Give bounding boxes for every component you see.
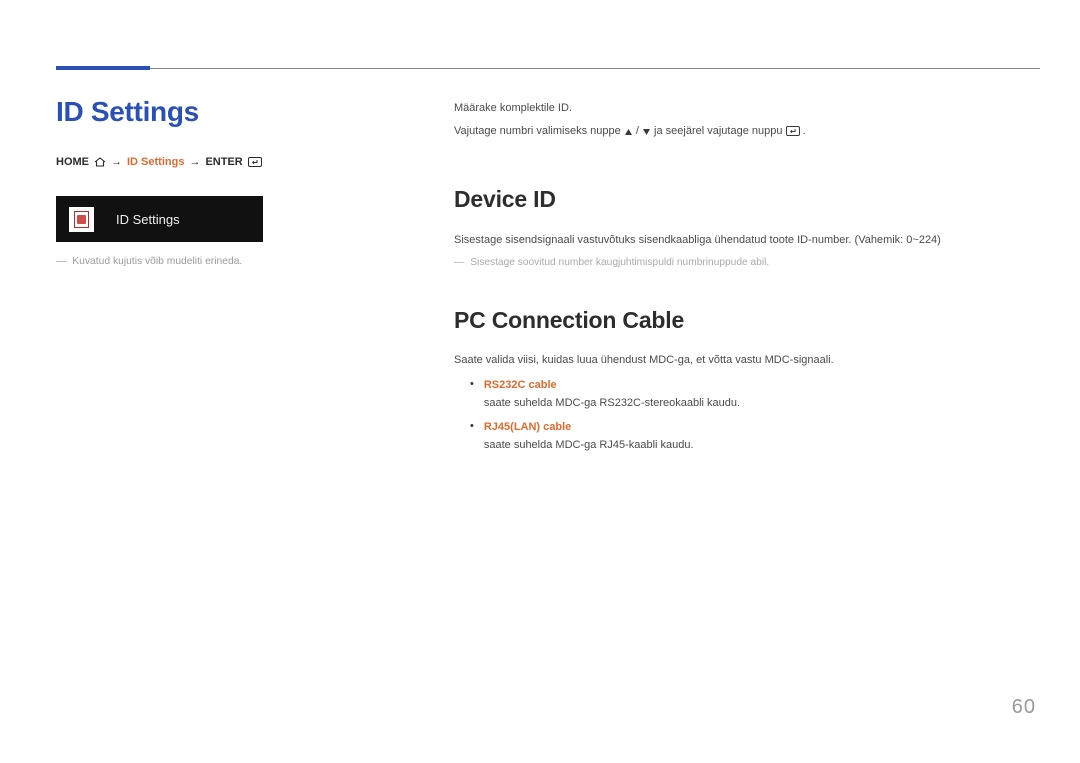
right-column: Määrake komplektile ID. Vajutage numbri …	[454, 100, 1014, 453]
intro-line-1: Määrake komplektile ID.	[454, 100, 1014, 117]
bullet-icon: •	[470, 419, 474, 453]
screenshot-note: ― Kuvatud kujutis võib mudeliti erineda.	[56, 256, 278, 267]
up-triangle-icon	[624, 125, 636, 137]
page-title: ID Settings	[56, 96, 278, 128]
bullet-title-rs232c: RS232C cable	[484, 377, 740, 394]
down-triangle-icon	[639, 125, 654, 137]
screenshot-label: ID Settings	[116, 212, 180, 227]
left-column: ID Settings HOME → ID Settings → ENTER I…	[56, 96, 278, 267]
list-item: • RJ45(LAN) cable saate suhelda MDC-ga R…	[454, 419, 1014, 453]
section-heading-pc-connection: PC Connection Cable	[454, 303, 1014, 339]
intro2-part-c: .	[803, 125, 806, 137]
breadcrumb-current: ID Settings	[127, 156, 184, 168]
bullet-text-rj45: saate suhelda MDC-ga RJ45-kaabli kaudu.	[484, 437, 694, 454]
intro-line-2: Vajutage numbri valimiseks nuppe / ja se…	[454, 123, 1014, 140]
horizontal-rule-accent	[56, 66, 150, 70]
note-dash-icon: ―	[56, 256, 66, 267]
breadcrumb-enter: ENTER	[205, 156, 242, 168]
device-id-text: Sisestage sisendsignaali vastuvõtuks sis…	[454, 232, 1014, 249]
breadcrumb-home: HOME	[56, 156, 89, 168]
ui-screenshot-tile: ID Settings	[56, 196, 263, 242]
bullet-text-rs232c: saate suhelda MDC-ga RS232C-stereokaabli…	[484, 395, 740, 412]
bullet-title-rj45: RJ45(LAN) cable	[484, 419, 694, 436]
page-number: 60	[1012, 696, 1036, 719]
enter-icon	[248, 156, 262, 168]
enter-icon	[786, 125, 803, 137]
intro2-part-a: Vajutage numbri valimiseks nuppe	[454, 125, 624, 137]
breadcrumb: HOME → ID Settings → ENTER	[56, 156, 278, 168]
bullet-icon: •	[470, 377, 474, 411]
section-heading-device-id: Device ID	[454, 182, 1014, 218]
device-id-subnote: ― Sisestage soovitud number kaugjuhtimis…	[454, 255, 1014, 271]
note-text: Kuvatud kujutis võib mudeliti erineda.	[72, 256, 242, 267]
home-icon	[94, 156, 106, 168]
list-item: • RS232C cable saate suhelda MDC-ga RS23…	[454, 377, 1014, 411]
note-dash-icon: ―	[454, 255, 464, 271]
id-settings-icon	[69, 207, 94, 232]
intro2-part-b: ja seejärel vajutage nuppu	[654, 125, 785, 137]
breadcrumb-arrow: →	[189, 156, 200, 168]
device-id-subnote-text: Sisestage soovitud number kaugjuhtimispu…	[470, 255, 769, 271]
horizontal-rule	[56, 68, 1040, 69]
breadcrumb-arrow: →	[111, 156, 122, 168]
pc-connection-text: Saate valida viisi, kuidas luua ühendust…	[454, 352, 1014, 369]
